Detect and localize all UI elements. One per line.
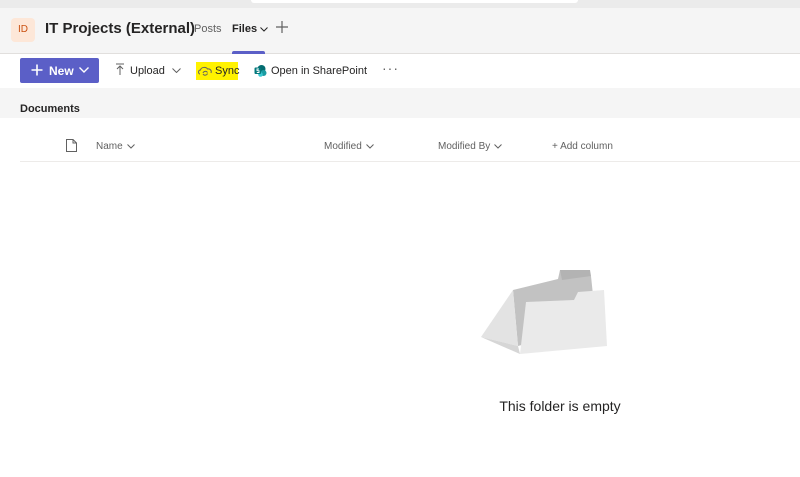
column-modified-by[interactable]: Modified By <box>438 141 503 152</box>
empty-folder-message: This folder is empty <box>499 398 621 414</box>
column-name-label: Name <box>96 141 123 152</box>
open-in-sharepoint-label: Open in SharePoint <box>271 65 368 77</box>
sharepoint-icon <box>254 65 267 77</box>
empty-folder-icon <box>481 270 607 354</box>
chevron-down-icon <box>365 144 374 149</box>
file-type-icon[interactable] <box>66 139 77 152</box>
chevron-down-icon <box>260 26 268 32</box>
upload-icon <box>116 63 124 75</box>
file-list-area <box>20 118 800 477</box>
new-button-label: New <box>49 64 74 78</box>
chevron-down-icon <box>172 68 181 73</box>
tab-posts[interactable]: Posts <box>194 23 222 35</box>
column-modified-by-label: Modified By <box>438 141 491 152</box>
search-box[interactable] <box>251 0 578 3</box>
library-band <box>0 88 800 118</box>
add-column-button[interactable]: + Add column <box>552 141 613 152</box>
plus-icon <box>31 64 43 76</box>
files-toolbar: New Upload Sync Open in SharePoint ··· <box>0 54 800 88</box>
tab-posts-label: Posts <box>194 23 222 35</box>
app-top-bar <box>0 0 800 8</box>
column-header-row: Name Modified Modified By + Add column <box>20 132 800 162</box>
new-button[interactable]: New <box>20 58 99 83</box>
column-modified[interactable]: Modified <box>324 141 374 152</box>
chevron-down-icon <box>79 67 89 73</box>
plus-icon[interactable] <box>274 19 290 35</box>
team-title: IT Projects (External) <box>45 20 196 37</box>
sync-button-label: Sync <box>215 65 240 77</box>
chevron-down-icon <box>494 144 503 149</box>
chevron-down-icon <box>126 144 135 149</box>
channel-header: ID IT Projects (External) Posts Files <box>0 8 800 54</box>
team-avatar: ID <box>11 18 35 42</box>
upload-button-label: Upload <box>130 65 165 77</box>
column-name[interactable]: Name <box>96 141 135 152</box>
tab-files-label: Files <box>232 23 258 35</box>
library-title: Documents <box>20 103 80 115</box>
tab-files[interactable]: Files <box>232 23 268 35</box>
more-options-button[interactable]: ··· <box>382 60 399 78</box>
sync-button[interactable]: Sync <box>196 62 240 80</box>
column-modified-label: Modified <box>324 141 362 152</box>
sync-icon <box>198 66 212 76</box>
